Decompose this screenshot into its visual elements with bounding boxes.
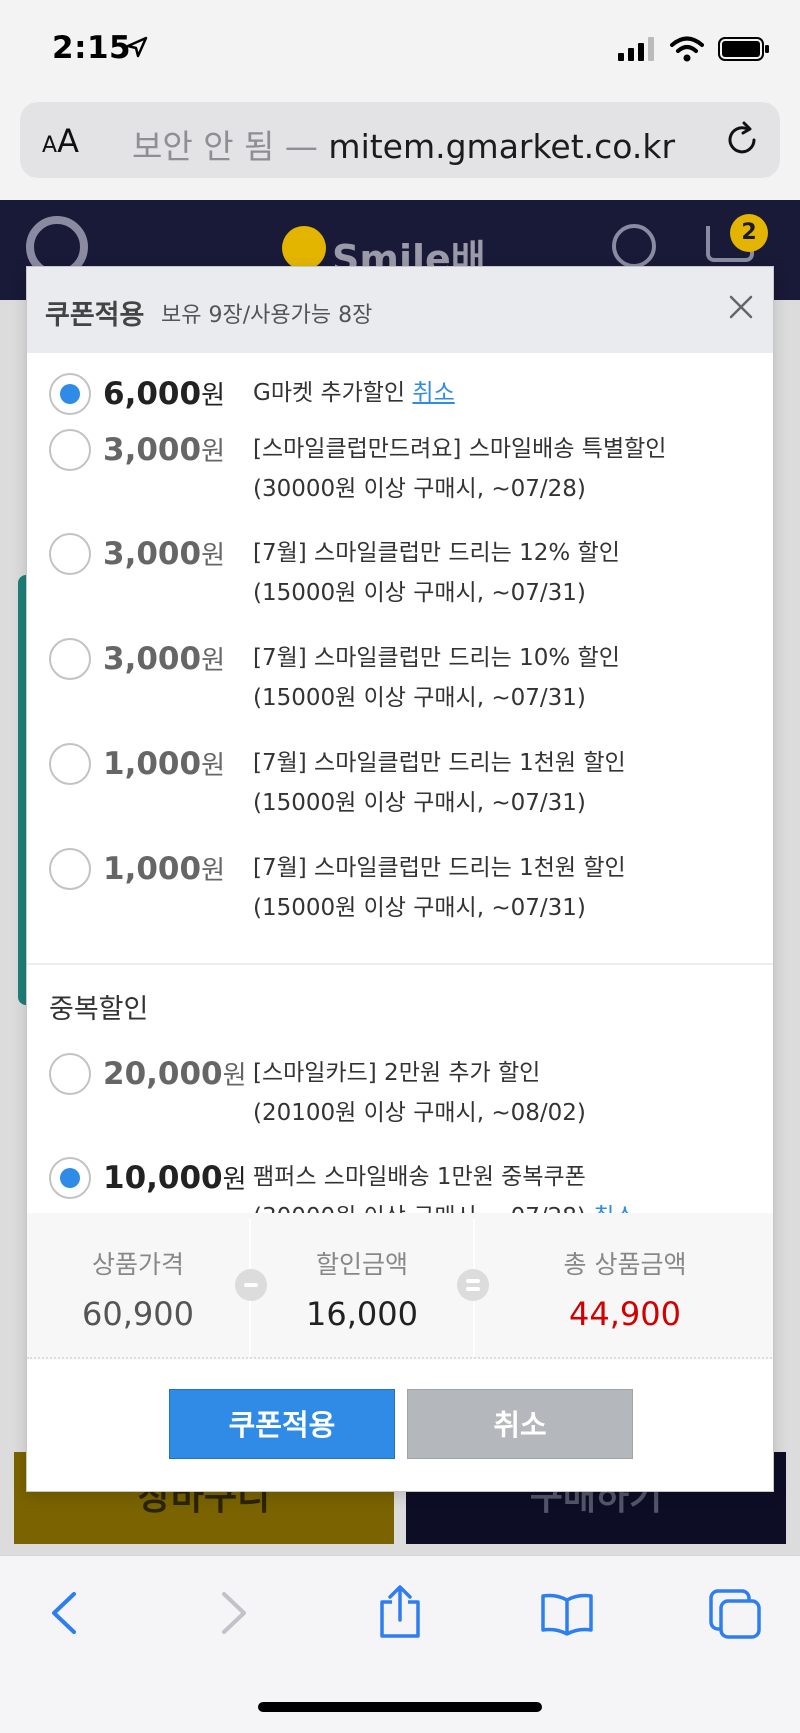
location-arrow-icon bbox=[126, 36, 148, 62]
url-display[interactable]: 보안 안 됨 — mitem.gmarket.co.kr bbox=[132, 120, 675, 168]
coupon-amount: 1,000원 bbox=[103, 851, 225, 887]
coupon-modal: 쿠폰적용 보유 9장/사용가능 8장 6,000원 G마켓 추가할인 취소 3,… bbox=[26, 266, 774, 1492]
coupon-description: 팸퍼스 스마일배송 1만원 중복쿠폰 (30000원 이상 구매시, ~07/2… bbox=[253, 1157, 753, 1213]
price-summary: 상품가격 60,900 할인금액 16,000 총 상품금액 44,900 bbox=[27, 1213, 773, 1359]
coupon-radio[interactable] bbox=[49, 373, 91, 415]
total-label: 총 상품금액 bbox=[563, 1250, 687, 1279]
search-icon bbox=[612, 224, 656, 268]
cancel-button[interactable]: 취소 bbox=[407, 1389, 633, 1459]
coupon-amount: 3,000원 bbox=[103, 432, 225, 468]
coupon-description: [7월] 스마일클럽만 드리는 1천원 할인 (15000원 이상 구매시, ~… bbox=[253, 750, 626, 816]
battery-icon bbox=[718, 36, 770, 66]
url-domain: mitem.gmarket.co.kr bbox=[328, 127, 676, 166]
apply-coupon-button[interactable]: 쿠폰적용 bbox=[169, 1389, 395, 1459]
coupon-list[interactable]: 6,000원 G마켓 추가할인 취소 3,000원 [스마일클럽만드려요] 스마… bbox=[27, 353, 773, 1213]
total-column: 총 상품금액 44,900 bbox=[475, 1213, 773, 1359]
coupon-description: [7월] 스마일클럽만 드리는 12% 할인 (15000원 이상 구매시, ~… bbox=[253, 540, 620, 606]
coupon-radio[interactable] bbox=[49, 743, 91, 785]
duplicate-coupon-item[interactable]: 10,000원 팸퍼스 스마일배송 1만원 중복쿠폰 (30000원 이상 구매… bbox=[27, 1151, 773, 1213]
coupon-radio[interactable] bbox=[49, 848, 91, 890]
text-size-button[interactable]: AA bbox=[42, 122, 79, 160]
share-icon[interactable] bbox=[376, 1584, 424, 1644]
discount-value: 16,000 bbox=[306, 1295, 418, 1333]
section-divider bbox=[27, 963, 773, 965]
wifi-icon bbox=[670, 36, 704, 66]
cart-badge: 2 bbox=[730, 214, 768, 252]
coupon-radio[interactable] bbox=[49, 429, 91, 471]
coupon-amount: 3,000원 bbox=[103, 536, 225, 572]
product-price-value: 60,900 bbox=[82, 1295, 194, 1333]
product-price-column: 상품가격 60,900 bbox=[27, 1213, 249, 1359]
coupon-amount: 10,000원 bbox=[103, 1160, 247, 1196]
coupon-radio[interactable] bbox=[49, 533, 91, 575]
product-price-label: 상품가격 bbox=[91, 1250, 184, 1279]
coupon-description: G마켓 추가할인 취소 bbox=[253, 380, 455, 406]
home-indicator bbox=[258, 1702, 542, 1712]
status-bar: 2:15 bbox=[0, 0, 800, 100]
tabs-icon[interactable] bbox=[708, 1588, 762, 1644]
discount-label: 할인금액 bbox=[315, 1250, 408, 1279]
back-icon[interactable] bbox=[46, 1590, 86, 1640]
coupon-description: [스마일클럽만드려요] 스마일배송 특별할인 (30000원 이상 구매시, ~… bbox=[253, 436, 667, 502]
coupon-amount: 6,000원 bbox=[103, 376, 225, 412]
coupon-item[interactable]: 3,000원 [7월] 스마일클럽만 드리는 12% 할인 (15000원 이상… bbox=[27, 527, 773, 623]
modal-header: 쿠폰적용 보유 9장/사용가능 8장 bbox=[27, 267, 773, 353]
coupon-amount: 1,000원 bbox=[103, 746, 225, 782]
coupon-item[interactable]: 1,000원 [7월] 스마일클럽만 드리는 1천원 할인 (15000원 이상… bbox=[27, 737, 773, 833]
coupon-item[interactable]: 3,000원 [7월] 스마일클럽만 드리는 10% 할인 (15000원 이상… bbox=[27, 632, 773, 728]
coupon-description: [7월] 스마일클럽만 드리는 1천원 할인 (15000원 이상 구매시, ~… bbox=[253, 855, 626, 921]
status-time: 2:15 bbox=[52, 30, 132, 66]
coupon-cancel-link[interactable]: 취소 bbox=[593, 1204, 635, 1213]
coupon-radio[interactable] bbox=[49, 638, 91, 680]
discount-column: 할인금액 16,000 bbox=[251, 1213, 473, 1359]
insecure-label: 보안 안 됨 — bbox=[132, 127, 318, 166]
reload-icon[interactable] bbox=[722, 120, 762, 164]
coupon-radio[interactable] bbox=[49, 1157, 91, 1199]
coupon-item[interactable]: 3,000원 [스마일클럽만드려요] 스마일배송 특별할인 (30000원 이상… bbox=[27, 423, 773, 519]
total-value: 44,900 bbox=[569, 1295, 681, 1333]
coupon-description: [7월] 스마일클럽만 드리는 10% 할인 (15000원 이상 구매시, ~… bbox=[253, 645, 620, 711]
bookmarks-icon[interactable] bbox=[540, 1592, 594, 1640]
close-icon[interactable] bbox=[725, 291, 757, 323]
forward-icon[interactable] bbox=[212, 1590, 252, 1640]
signal-icon bbox=[618, 37, 656, 65]
coupon-radio[interactable] bbox=[49, 1053, 91, 1095]
coupon-count: 보유 9장/사용가능 8장 bbox=[161, 303, 373, 328]
address-bar[interactable]: AA 보안 안 됨 — mitem.gmarket.co.kr bbox=[20, 102, 780, 178]
coupon-item[interactable]: 1,000원 [7월] 스마일클럽만 드리는 1천원 할인 (15000원 이상… bbox=[27, 842, 773, 938]
coupon-cancel-link[interactable]: 취소 bbox=[412, 380, 454, 406]
modal-title: 쿠폰적용 bbox=[45, 300, 145, 331]
duplicate-discount-title: 중복할인 bbox=[49, 994, 149, 1025]
coupon-amount: 3,000원 bbox=[103, 641, 225, 677]
coupon-amount: 20,000원 bbox=[103, 1056, 247, 1092]
duplicate-coupon-item[interactable]: 20,000원 [스마일카드] 2만원 추가 할인 (20100원 이상 구매시… bbox=[27, 1047, 773, 1143]
coupon-description: [스마일카드] 2만원 추가 할인 (20100원 이상 구매시, ~08/02… bbox=[253, 1060, 586, 1126]
